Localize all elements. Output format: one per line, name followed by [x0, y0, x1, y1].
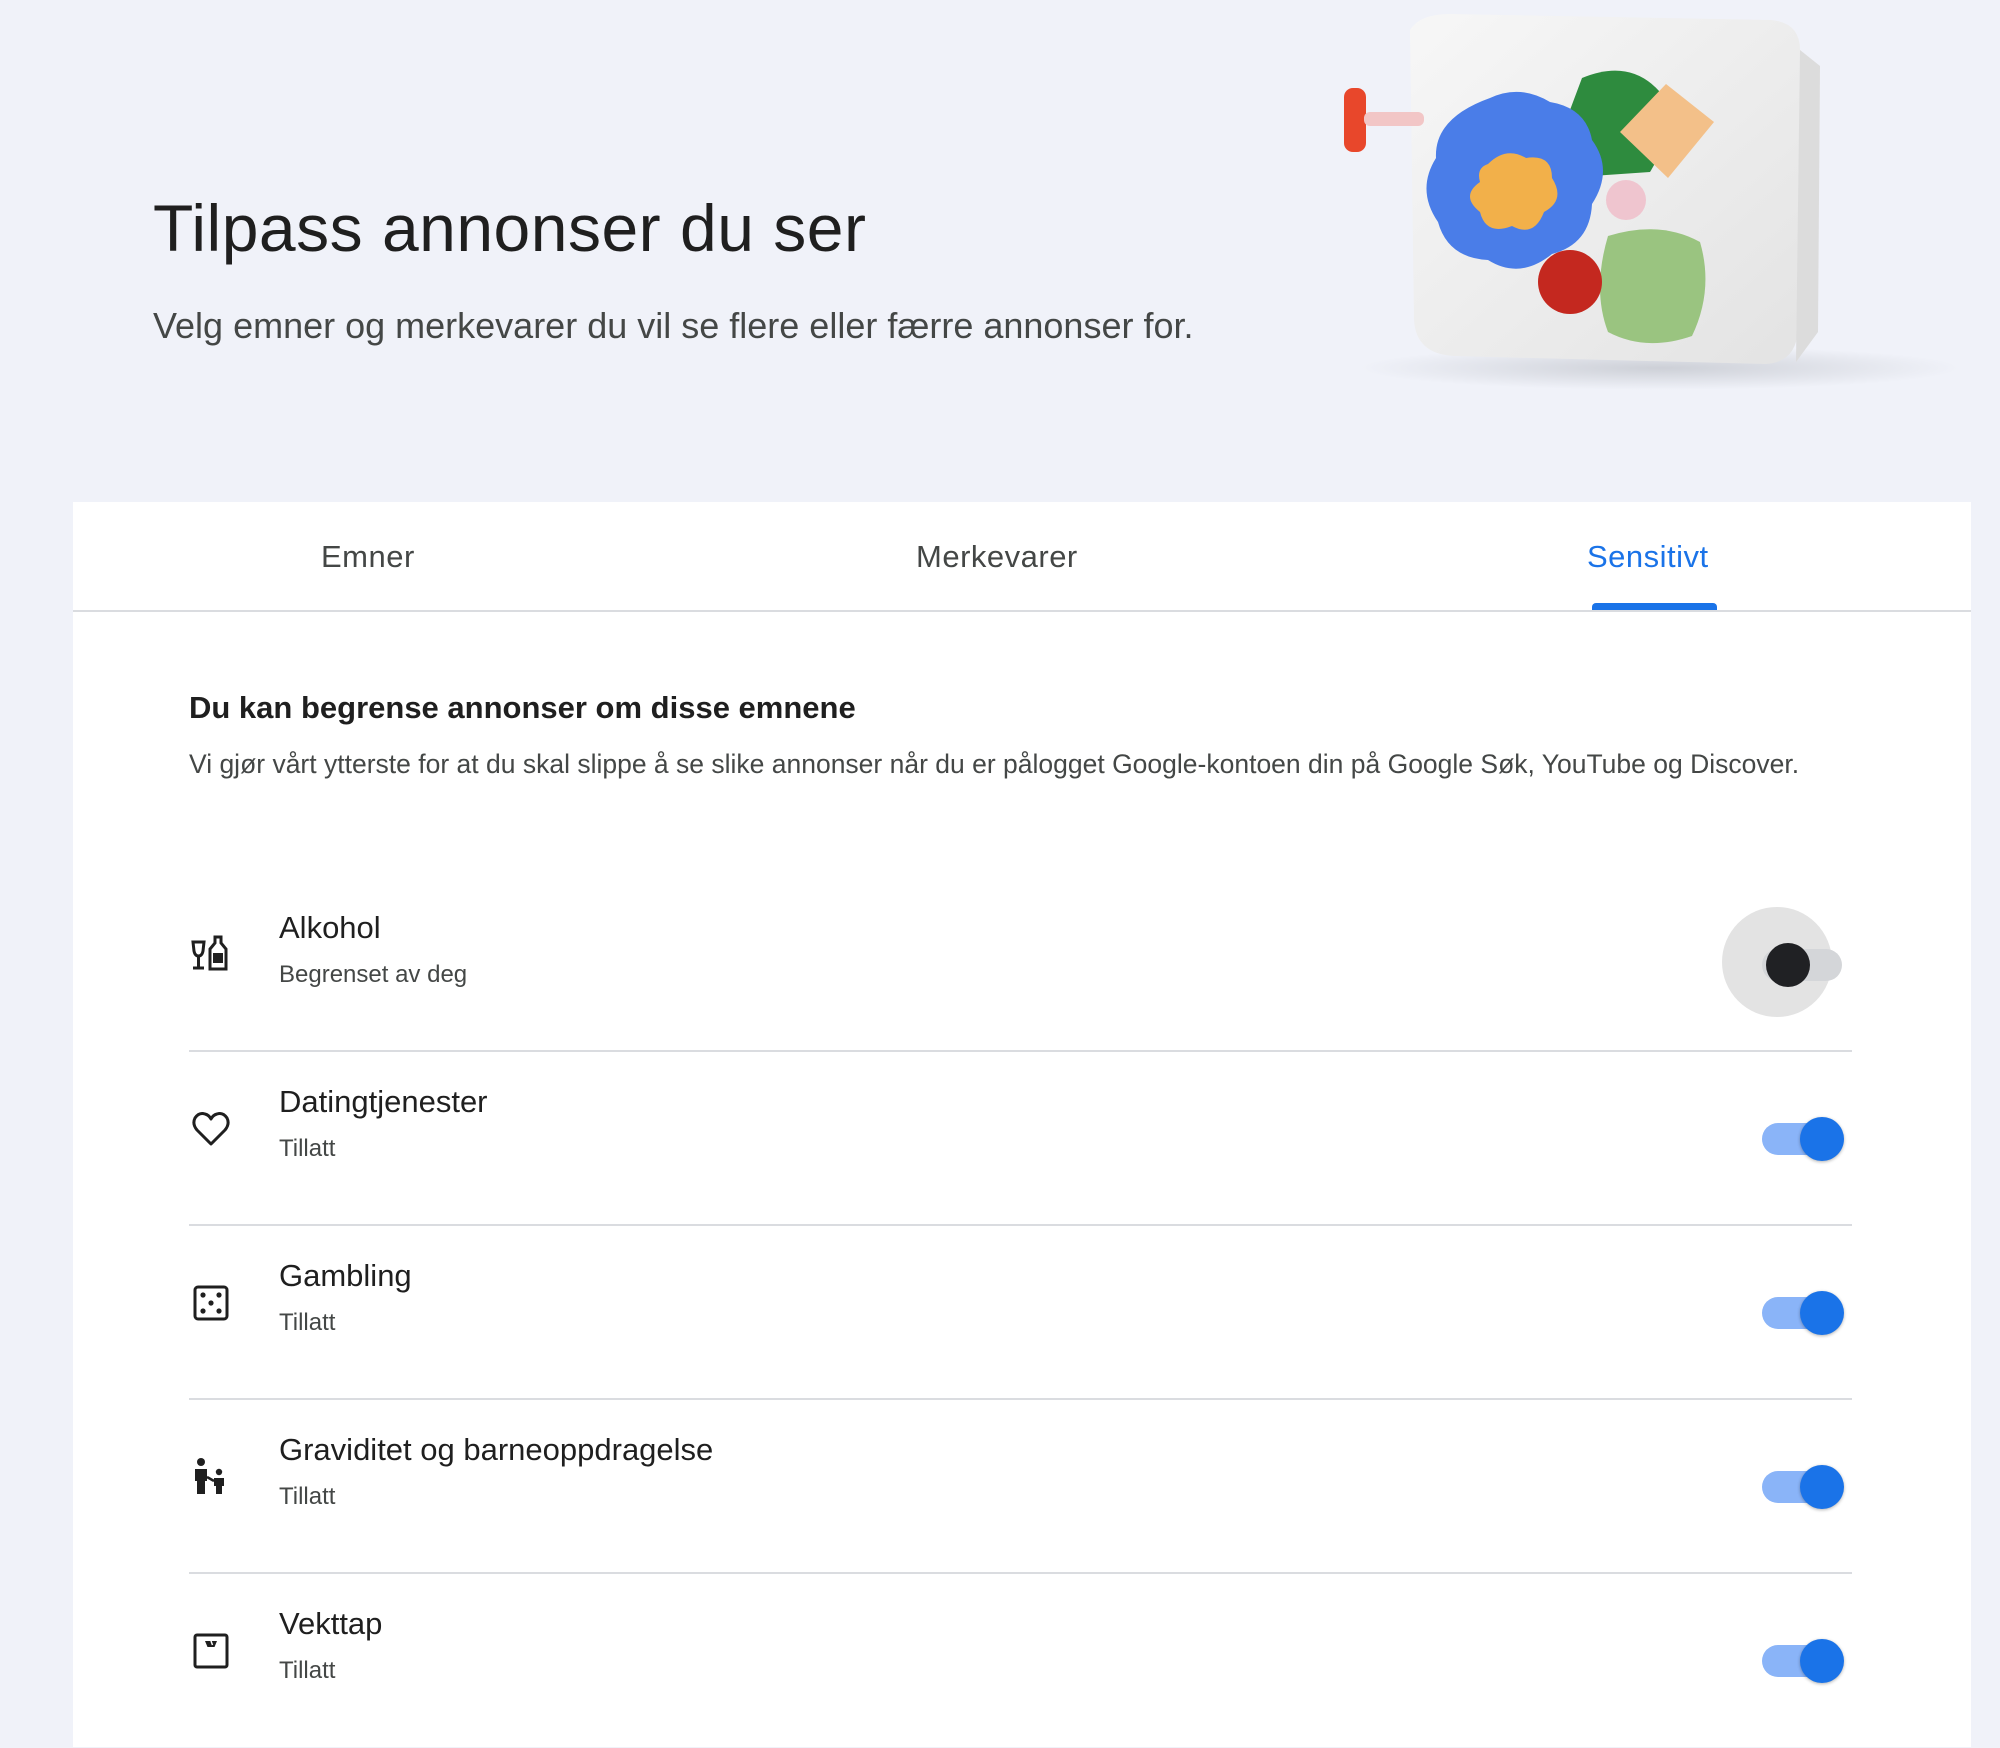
tab-bar: Emner Merkevarer Sensitivt — [73, 502, 1971, 612]
toggle-thumb — [1766, 943, 1810, 987]
dice-icon — [193, 1285, 229, 1321]
item-title: Gambling — [279, 1258, 412, 1293]
wine-bottle-icon — [191, 935, 228, 971]
item-status: Begrenset av deg — [279, 961, 468, 988]
list-item-vekttap: Vekttap Tillatt — [189, 1574, 1852, 1748]
list-item-graviditet: Graviditet og barneoppdragelse Tillatt — [189, 1400, 1852, 1574]
settings-card: Emner Merkevarer Sensitivt Du kan begren… — [73, 502, 1971, 1747]
item-title: Vekttap — [279, 1606, 383, 1641]
datingtjenester-toggle[interactable] — [1760, 1114, 1844, 1164]
list-item-alkohol: Alkohol Begrenset av deg — [189, 878, 1852, 1052]
item-status: Tillatt — [279, 1483, 336, 1510]
active-tab-indicator — [1592, 603, 1717, 610]
toggle-thumb — [1800, 1117, 1844, 1161]
item-status: Tillatt — [279, 1309, 336, 1336]
toggle-thumb — [1800, 1465, 1844, 1509]
section-heading: Du kan begrense annonser om disse emnene — [189, 690, 856, 725]
vekttap-toggle[interactable] — [1760, 1636, 1844, 1686]
graviditet-toggle[interactable] — [1760, 1462, 1844, 1512]
item-status: Tillatt — [279, 1657, 336, 1684]
tab-sensitivt[interactable]: Sensitivt — [1587, 502, 1709, 610]
section-description: Vi gjør vårt ytterste for at du skal sli… — [189, 749, 1800, 779]
shape-sorter-illustration — [1344, 14, 1960, 390]
toggle-thumb — [1800, 1291, 1844, 1335]
item-status: Tillatt — [279, 1135, 336, 1162]
tab-emner[interactable]: Emner — [321, 502, 415, 610]
toggle-thumb — [1800, 1639, 1844, 1683]
item-title: Graviditet og barneoppdragelse — [279, 1432, 714, 1467]
gambling-toggle[interactable] — [1760, 1288, 1844, 1338]
item-title: Datingtjenester — [279, 1084, 488, 1119]
page-subtitle: Velg emner og merkevarer du vil se flere… — [153, 305, 1194, 346]
tab-merkevarer[interactable]: Merkevarer — [916, 502, 1078, 610]
page-title: Tilpass annonser du ser — [153, 191, 867, 265]
scale-icon — [193, 1633, 229, 1669]
item-title: Alkohol — [279, 910, 381, 945]
list-item-datingtjenester: Datingtjenester Tillatt — [189, 1052, 1852, 1226]
list-item-gambling: Gambling Tillatt — [189, 1226, 1852, 1400]
heart-icon — [192, 1112, 230, 1146]
parent-child-icon — [195, 1458, 224, 1494]
alkohol-toggle[interactable] — [1722, 907, 1844, 1017]
